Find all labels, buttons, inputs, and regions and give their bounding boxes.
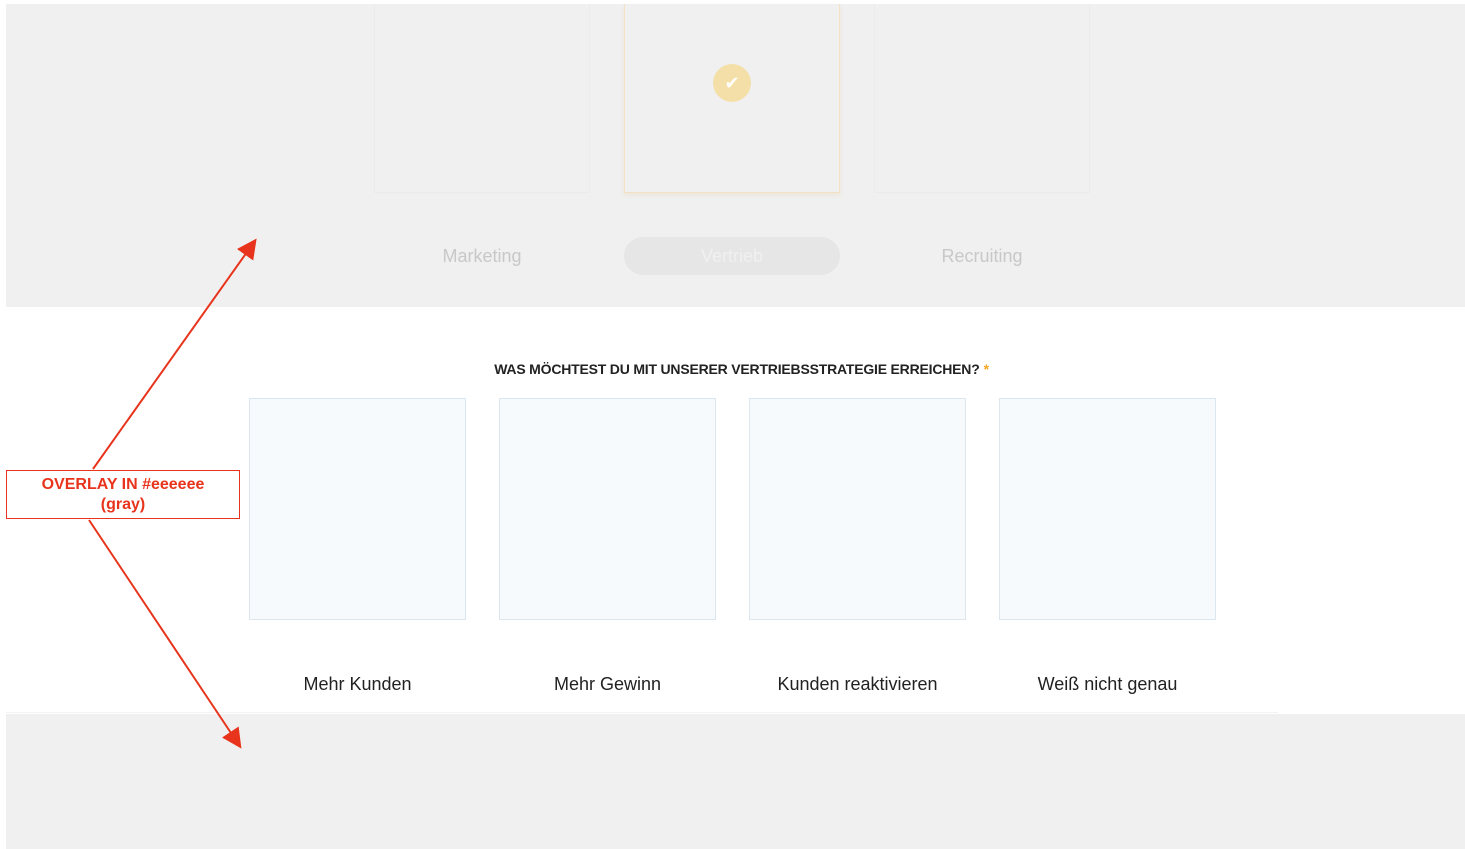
check-icon: ✔ <box>713 64 751 102</box>
category-card-marketing[interactable] <box>374 4 590 193</box>
option-label-mehr-gewinn[interactable]: Mehr Gewinn <box>499 674 716 695</box>
gray-overlay-bottom <box>6 714 1465 849</box>
arrow-down <box>88 519 242 749</box>
category-card-recruiting[interactable] <box>874 4 1090 193</box>
question-heading: WAS MÖCHTEST DU MIT UNSERER VERTRIEBSSTR… <box>0 361 1465 377</box>
option-card-mehr-gewinn[interactable] <box>499 398 716 620</box>
page: ✔ Marketing Vertrieb Recruiting WAS MÖCH… <box>0 0 1465 849</box>
question-text: WAS MÖCHTEST DU MIT UNSERER VERTRIEBSSTR… <box>494 361 980 377</box>
option-label-kunden-reaktivieren[interactable]: Kunden reaktivieren <box>749 674 966 695</box>
annotation-line-2: (gray) <box>100 496 146 513</box>
category-card-vertrieb[interactable]: ✔ <box>624 4 840 193</box>
option-card-mehr-kunden[interactable] <box>249 398 466 620</box>
category-label-marketing[interactable]: Marketing <box>374 237 590 275</box>
section-divider <box>6 712 1278 713</box>
option-label-mehr-kunden[interactable]: Mehr Kunden <box>249 674 466 695</box>
left-margin <box>0 0 6 849</box>
option-card-weiss-nicht-genau[interactable] <box>999 398 1216 620</box>
category-label-vertrieb[interactable]: Vertrieb <box>624 237 840 275</box>
option-label-weiss-nicht-genau[interactable]: Weiß nicht genau <box>999 674 1216 695</box>
required-marker: * <box>983 361 989 377</box>
annotation-line-1: OVERLAY IN #eeeeee <box>41 476 205 493</box>
option-card-kunden-reaktivieren[interactable] <box>749 398 966 620</box>
category-label-recruiting[interactable]: Recruiting <box>874 237 1090 275</box>
annotation-box: OVERLAY IN #eeeeee (gray) <box>6 470 240 519</box>
